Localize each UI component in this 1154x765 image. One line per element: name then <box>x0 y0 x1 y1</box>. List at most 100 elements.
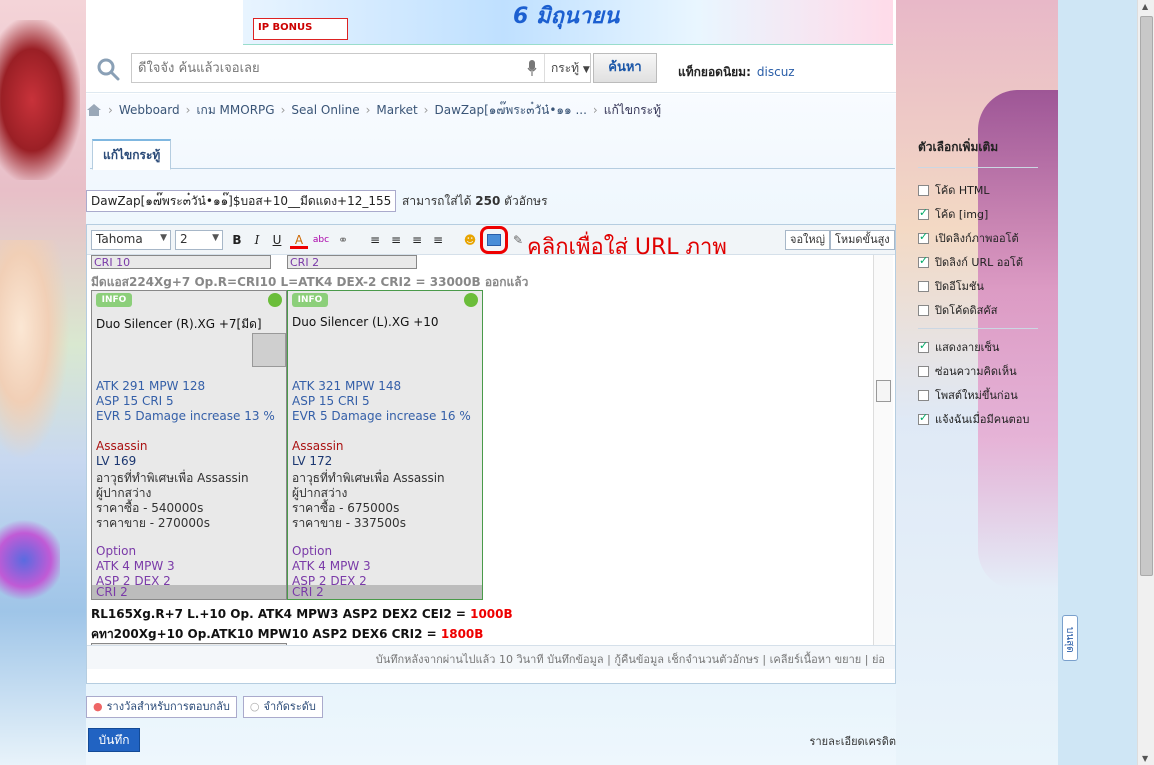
editor-content[interactable]: CRI 10 CRI 2 มีดแอส224Xg+7 Op.R=CRI10 L=… <box>87 255 895 645</box>
chevron-down-icon: ▼ <box>212 233 219 243</box>
home-icon[interactable] <box>86 103 102 117</box>
checkbox[interactable] <box>918 304 929 316</box>
breadcrumb-separator-icon: › <box>280 103 286 117</box>
scroll-down-arrow-icon[interactable]: ▼ <box>1142 754 1148 763</box>
subject-input[interactable] <box>86 190 396 212</box>
subject-length-hint: สามารถใส่ได้ 250 ตัวอักษร <box>402 193 548 208</box>
save-button[interactable]: บันทึก <box>88 728 140 752</box>
pet-art <box>0 520 60 600</box>
item-card-left: INFO Duo Silencer (L).XG +10 ATK 321 MPW… <box>287 290 483 600</box>
checkbox[interactable] <box>918 206 929 220</box>
bullet-icon: ○ <box>249 700 260 713</box>
paperclip-icon[interactable]: ✎ <box>509 231 527 249</box>
editor-toolbar: Tahoma ▼ 2 ▼ B I U A abc ⚭ ≡ ≡ ≡ ≡ ☻ ✎ คลิ… <box>87 225 895 260</box>
partial-card-top-right: CRI 2 <box>287 255 417 269</box>
power-icon <box>268 293 282 307</box>
info-badge-icon: INFO <box>292 293 328 307</box>
checkbox[interactable] <box>918 230 929 244</box>
option-hide-comments[interactable]: ซ่อนความคิดเห็น <box>918 359 1038 383</box>
editor-scrollbar[interactable] <box>873 255 893 645</box>
editor-line-2: RL165Xg.R+7 L.+10 Op. ATK4 MPW3 ASP2 DEX… <box>91 607 513 621</box>
reply-reward-button[interactable]: ● รางวัลสำหรับการตอบกลับ <box>86 696 237 718</box>
align-right-icon[interactable]: ≡ <box>429 231 447 249</box>
breadcrumb-mmorpg[interactable]: เกม MMORPG <box>196 101 274 120</box>
underline-button[interactable]: U <box>268 231 286 249</box>
banner-date: 6 มิถุนายน <box>513 4 620 29</box>
checkbox[interactable] <box>918 339 929 353</box>
content-area: › Webboard › เกม MMORPG › Seal Online › … <box>86 94 896 765</box>
option-auto-image-link[interactable]: เปิดลิงก์ภาพออโต้ <box>918 226 1038 250</box>
align-left-icon[interactable]: ≡ <box>366 231 384 249</box>
extra-options-panel: ตัวเลือกเพิ่มเติม โค้ด HTML โค้ด [img] เ… <box>918 138 1038 431</box>
option-show-signature[interactable]: แสดงลายเซ็น <box>918 335 1038 359</box>
font-family-select[interactable]: Tahoma ▼ <box>91 230 171 250</box>
scroll-up-arrow-icon[interactable]: ▲ <box>1142 2 1148 11</box>
align-justify-icon[interactable]: ≡ <box>408 231 426 249</box>
partial-card-top-left: CRI 10 <box>91 255 271 269</box>
bold-button[interactable]: B <box>228 231 246 249</box>
option-html-code[interactable]: โค้ด HTML <box>918 178 1038 202</box>
page-scrollbar[interactable]: ▲ ▼ <box>1137 0 1154 765</box>
credit-details-link[interactable]: รายละเอียดเครดิต <box>810 732 896 750</box>
checkbox[interactable] <box>918 254 929 268</box>
font-size-select[interactable]: 2 ▼ <box>175 230 223 250</box>
subject-row: สามารถใส่ได้ 250 ตัวอักษร <box>86 190 548 212</box>
option-notify-on-reply[interactable]: แจ้งฉันเมื่อมีคนตอบ <box>918 407 1038 431</box>
limit-level-button[interactable]: ○ จำกัดระดับ <box>242 696 323 718</box>
emoticon-icon[interactable]: ☻ <box>461 231 479 249</box>
option-disable-discuz-code[interactable]: ปิดโค้ดดิสคัส <box>918 298 1038 322</box>
breadcrumb-current: แก้ไขกระทู้ <box>603 102 662 117</box>
options-title: ตัวเลือกเพิ่มเติม <box>918 138 1038 168</box>
breadcrumb-seal-online[interactable]: Seal Online <box>291 103 359 117</box>
option-img-code[interactable]: โค้ด [img] <box>918 202 1038 226</box>
popular-tag-link[interactable]: discuz <box>757 65 795 79</box>
checkbox[interactable] <box>918 184 929 196</box>
italic-button[interactable]: I <box>248 231 266 249</box>
spellcheck-icon[interactable]: abc <box>312 231 330 249</box>
info-badge-icon: INFO <box>96 293 132 307</box>
item-card-right: INFO Duo Silencer (R).XG +7[มีด] ATK 291… <box>91 290 287 600</box>
option-disable-emoticons[interactable]: ปิดอีโมชัน <box>918 274 1038 298</box>
breadcrumb-separator-icon: › <box>592 103 598 117</box>
character-art <box>0 240 70 460</box>
checkbox[interactable] <box>918 389 929 401</box>
options-divider <box>918 328 1038 329</box>
fullscreen-button[interactable]: จอใหญ่ <box>785 230 831 250</box>
character-ribbon-art <box>0 20 80 180</box>
image-icon <box>487 234 501 246</box>
search-button[interactable]: ค้นหา <box>593 53 657 83</box>
advanced-mode-button[interactable]: โหมดขั้นสูง <box>830 230 895 250</box>
tab-bar: แก้ไขกระทู้ <box>90 139 895 170</box>
option-auto-url-off[interactable]: ปิดลิงก์ URL ออโต้ <box>918 250 1038 274</box>
breadcrumb-separator-icon: › <box>185 103 191 117</box>
editor-line-3: คทา200Xg+10 Op.ATK10 MPW10 ASP2 DEX6 CRI… <box>91 627 484 641</box>
microphone-icon[interactable] <box>527 60 537 76</box>
breadcrumb-thread[interactable]: DawZap[๑๗๊พระ๓๋วัน๋•๑๑ ... <box>434 101 586 120</box>
option-new-post-first[interactable]: โพสต์ใหม่ขึ้นก่อน <box>918 383 1038 407</box>
checkbox[interactable] <box>918 365 929 377</box>
back-to-top-tab[interactable]: บนสุด <box>1062 615 1078 661</box>
link-icon[interactable]: ⚭ <box>334 231 352 249</box>
breadcrumb-separator-icon: › <box>108 103 113 117</box>
search-icon <box>97 58 120 81</box>
reward-buttons: ● รางวัลสำหรับการตอบกลับ ○ จำกัดระดับ <box>86 696 323 718</box>
page-scrollbar-thumb[interactable] <box>1140 16 1153 576</box>
search-box: กระทู้ ▼ <box>131 53 591 83</box>
ad-banner[interactable]: IP BONUS 6 มิถุนายน <box>243 0 893 45</box>
bullet-icon: ● <box>93 700 103 713</box>
ip-bonus-badge: IP BONUS <box>253 18 348 40</box>
insert-image-button[interactable] <box>480 226 508 254</box>
checkbox[interactable] <box>918 280 929 292</box>
search-scope-select[interactable]: กระทู้ ▼ <box>544 54 592 82</box>
align-center-icon[interactable]: ≡ <box>387 231 405 249</box>
weapon-sprite-icon <box>252 333 286 367</box>
editor-scrollbar-thumb[interactable] <box>876 380 891 402</box>
breadcrumb-webboard[interactable]: Webboard <box>119 103 180 117</box>
tab-edit-thread[interactable]: แก้ไขกระทู้ <box>92 139 172 170</box>
search-input[interactable] <box>132 54 512 82</box>
background-art-left <box>0 0 86 765</box>
text-color-button[interactable]: A <box>290 231 308 249</box>
editor-status-bar[interactable]: บันทึกหลังจากผ่านไปแล้ว 10 วินาที บันทึก… <box>87 645 895 669</box>
checkbox[interactable] <box>918 411 929 425</box>
breadcrumb-market[interactable]: Market <box>376 103 417 117</box>
